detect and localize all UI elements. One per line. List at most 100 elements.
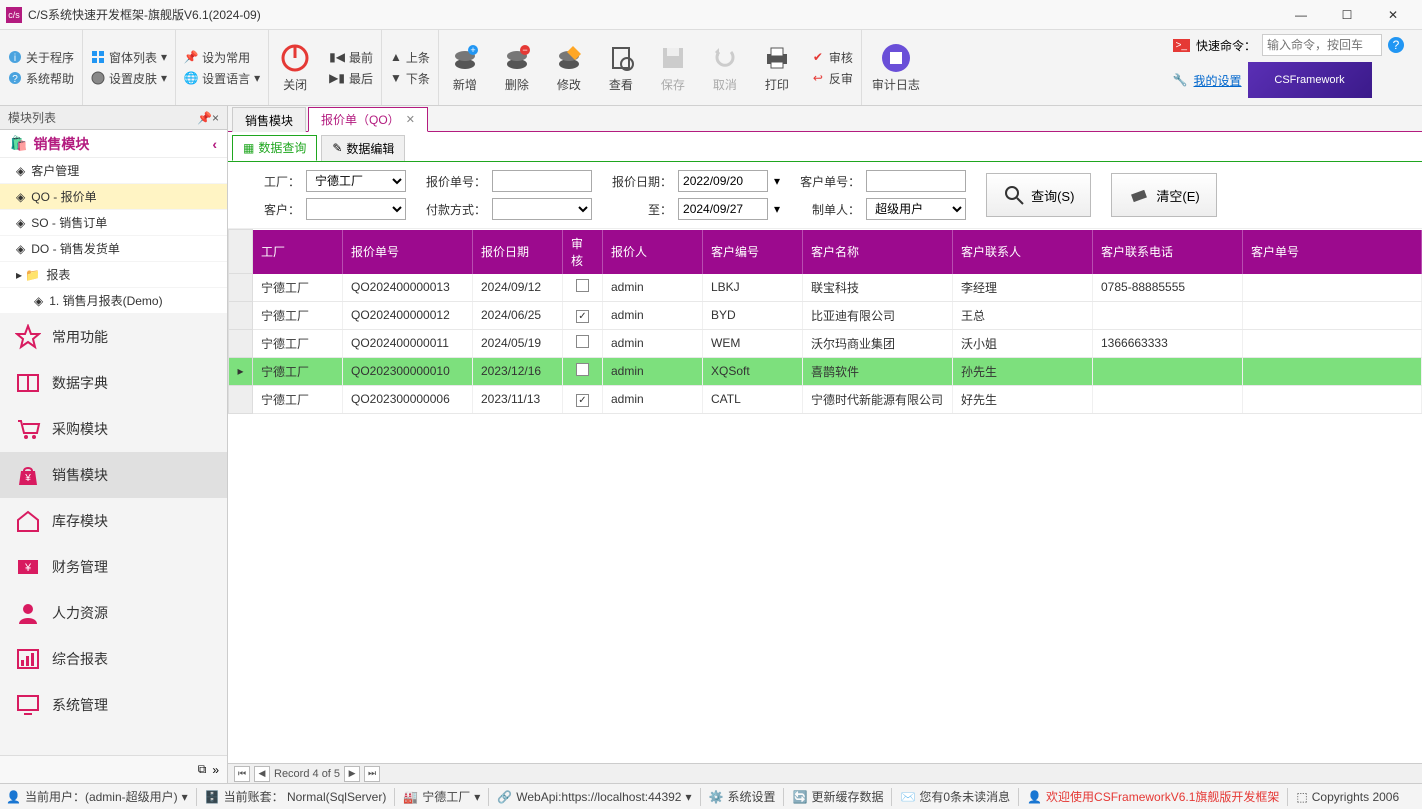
table-row[interactable]: 宁德工厂QO2024000000112024/05/19 adminWEM沃尔玛… xyxy=(229,329,1422,357)
date-from-input[interactable] xyxy=(678,170,768,192)
cancel-button: 取消 xyxy=(699,30,751,105)
module-dict[interactable]: 数据字典 xyxy=(0,360,227,406)
innertab-edit[interactable]: ✎数据编辑 xyxy=(321,135,405,161)
query-button[interactable]: 查询(S) xyxy=(986,173,1091,217)
audit-icon xyxy=(880,42,912,74)
edit-icon: ✎ xyxy=(332,141,342,155)
maximize-button[interactable]: ☐ xyxy=(1324,0,1370,30)
sethome-button[interactable]: 📌设为常用 xyxy=(184,49,260,66)
sidebar-item-do[interactable]: ◈DO - 销售发货单 xyxy=(0,236,227,262)
status-webapi[interactable]: 🔗WebApi:https://localhost:44392▾ xyxy=(497,790,691,804)
customer-select[interactable] xyxy=(306,198,406,220)
skin-button[interactable]: 设置皮肤▾ xyxy=(91,70,167,87)
approve-button[interactable]: ✔审核 xyxy=(811,49,853,66)
table-row[interactable]: 宁德工厂QO2024000000122024/06/25 ✓ adminBYD比… xyxy=(229,301,1422,329)
status-syscfg[interactable]: ⚙️系统设置 xyxy=(709,788,776,805)
gear-icon: ⚙️ xyxy=(709,790,724,804)
nav-prev[interactable]: ◀ xyxy=(254,766,270,782)
qo-input[interactable] xyxy=(492,170,592,192)
copy-icon[interactable]: ⧉ xyxy=(198,762,207,777)
nav-next[interactable]: ▶ xyxy=(344,766,360,782)
status-user[interactable]: 👤当前用户：(admin-超级用户)▾ xyxy=(6,788,188,805)
close-tab-icon[interactable]: ✕ xyxy=(406,113,415,126)
sidebar-item-customer[interactable]: ◈客户管理 xyxy=(0,158,227,184)
lang-icon: 🌐 xyxy=(184,71,198,85)
first-icon: ▮◀ xyxy=(329,50,345,64)
status-factory[interactable]: 🏭宁德工厂▾ xyxy=(403,788,480,805)
view-button[interactable]: 查看 xyxy=(595,30,647,105)
module-finance[interactable]: ¥财务管理 xyxy=(0,544,227,590)
toolbar: i关于程序 ?系统帮助 窗体列表▾ 设置皮肤▾ 📌设为常用 🌐设置语言▾ 关闭 … xyxy=(0,30,1422,106)
module-stock[interactable]: 库存模块 xyxy=(0,498,227,544)
sidebar-item-rpt1[interactable]: ◈1. 销售月报表(Demo) xyxy=(0,288,227,314)
add-button[interactable]: +新增 xyxy=(439,30,491,105)
quickcmd-input[interactable] xyxy=(1262,34,1382,56)
module-fav[interactable]: 常用功能 xyxy=(0,314,227,360)
audit-button[interactable]: 审计日志 xyxy=(862,30,930,105)
close-panel-icon[interactable]: × xyxy=(212,111,219,125)
module-reports[interactable]: 综合报表 xyxy=(0,636,227,682)
print-button[interactable]: 打印 xyxy=(751,30,803,105)
date-label: 报价日期： xyxy=(612,173,672,190)
clear-button[interactable]: 清空(E) xyxy=(1111,173,1216,217)
module-sys[interactable]: 系统管理 xyxy=(0,682,227,728)
next-button[interactable]: ▼下条 xyxy=(390,70,430,87)
status-account[interactable]: 🗄️当前账套： Normal(SqlServer) xyxy=(205,788,387,805)
date-to-input[interactable] xyxy=(678,198,768,220)
sidebar-item-so[interactable]: ◈SO - 销售订单 xyxy=(0,210,227,236)
innertab-query[interactable]: ▦数据查询 xyxy=(232,135,317,161)
table-row[interactable]: 宁德工厂QO2023000000062023/11/13 ✓ adminCATL… xyxy=(229,385,1422,413)
down-icon: ▼ xyxy=(390,71,402,85)
bag-icon: ¥ xyxy=(14,461,42,489)
table-row[interactable]: ▸ 宁德工厂QO2023000000102023/12/16 adminXQSo… xyxy=(229,357,1422,385)
sidebar-item-report[interactable]: ▸ 📁报表 xyxy=(0,262,227,288)
dropdown-icon: ▾ xyxy=(161,50,167,64)
about-button[interactable]: i关于程序 xyxy=(8,49,74,66)
document-tabs: 销售模块 报价单（QO）✕ xyxy=(228,106,1422,132)
nav-first[interactable]: ⏮ xyxy=(234,766,250,782)
cart-icon xyxy=(14,415,42,443)
last-button[interactable]: ▶▮最后 xyxy=(329,70,373,87)
minimize-button[interactable]: — xyxy=(1278,0,1324,30)
module-hr[interactable]: 人力资源 xyxy=(0,590,227,636)
cube-icon: ◈ xyxy=(34,294,43,308)
dict-icon xyxy=(14,369,42,397)
first-button[interactable]: ▮◀最前 xyxy=(329,49,373,66)
edit-button[interactable]: 修改 xyxy=(543,30,595,105)
data-grid[interactable]: 工厂 报价单号 报价日期 审核 报价人 客户编号 客户名称 客户联系人 客户联系… xyxy=(228,229,1422,763)
nav-last[interactable]: ⏭ xyxy=(364,766,380,782)
sidebar: 模块列表📌× 🛍️销售模块‹ ◈客户管理 ◈QO - 报价单 ◈SO - 销售订… xyxy=(0,106,228,783)
factory-select[interactable]: 宁德工厂 xyxy=(306,170,406,192)
svg-text:¥: ¥ xyxy=(24,473,31,484)
last-icon: ▶▮ xyxy=(329,71,345,85)
help-icon[interactable]: ? xyxy=(1388,37,1404,53)
dropdown-icon[interactable]: ▾ xyxy=(774,202,780,216)
pin-icon[interactable]: 📌 xyxy=(197,111,212,125)
creator-select[interactable]: 超级用户 xyxy=(866,198,966,220)
table-row[interactable]: 宁德工厂QO2024000000132024/09/12 adminLBKJ联宝… xyxy=(229,274,1422,302)
tab-qo[interactable]: 报价单（QO）✕ xyxy=(308,107,428,132)
terminal-icon: >_ xyxy=(1173,39,1190,52)
chevron-right-icon[interactable]: » xyxy=(212,763,219,777)
close-doc-button[interactable]: 关闭 xyxy=(269,30,321,105)
close-button[interactable]: ✕ xyxy=(1370,0,1416,30)
refresh-icon: 🔄 xyxy=(792,790,807,804)
tab-sales[interactable]: 销售模块 xyxy=(232,107,306,132)
lang-button[interactable]: 🌐设置语言▾ xyxy=(184,70,260,87)
sidebar-group-sales[interactable]: 🛍️销售模块‹ xyxy=(0,130,227,158)
prev-button[interactable]: ▲上条 xyxy=(390,49,430,66)
reject-button[interactable]: ↩反审 xyxy=(811,70,853,87)
syshelp-button[interactable]: ?系统帮助 xyxy=(8,70,74,87)
delete-button[interactable]: −删除 xyxy=(491,30,543,105)
module-sales[interactable]: ¥销售模块 xyxy=(0,452,227,498)
winlist-button[interactable]: 窗体列表▾ xyxy=(91,49,167,66)
brand-banner: CSFramework xyxy=(1248,62,1372,98)
mysettings-link[interactable]: 我的设置 xyxy=(1194,72,1242,89)
sidebar-item-qo[interactable]: ◈QO - 报价单 xyxy=(0,184,227,210)
pay-select[interactable] xyxy=(492,198,592,220)
module-purchase[interactable]: 采购模块 xyxy=(0,406,227,452)
custno-input[interactable] xyxy=(866,170,966,192)
status-refresh[interactable]: 🔄更新缓存数据 xyxy=(792,788,883,805)
dropdown-icon[interactable]: ▾ xyxy=(774,174,780,188)
status-msg[interactable]: ✉️您有0条未读消息 xyxy=(900,788,1010,805)
